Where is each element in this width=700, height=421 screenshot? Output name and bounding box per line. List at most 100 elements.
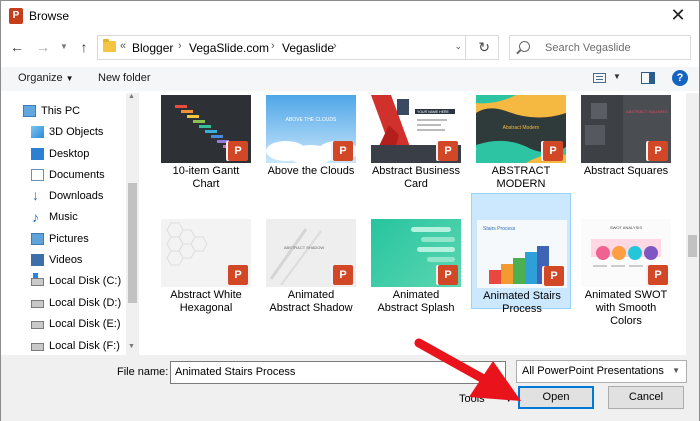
file-name: Abstract Squares	[576, 165, 676, 178]
chevron-right-icon[interactable]: ›	[178, 40, 182, 52]
videos-icon	[31, 254, 44, 266]
sidebar-item-label: Local Disk (F:)	[49, 340, 120, 352]
file-type-select[interactable]: All PowerPoint Presentations ▼	[516, 360, 687, 383]
sidebar-item-local-disk-e[interactable]: Local Disk (E:)	[31, 314, 126, 334]
file-thumbnail: P	[371, 219, 461, 287]
file-name: ABSTRACT MODERN	[471, 165, 571, 191]
file-name-input[interactable]: Animated Stairs Process	[170, 361, 506, 384]
breadcrumb-vegaslide[interactable]: Vegaslide	[282, 41, 334, 55]
refresh-icon[interactable]: ↻	[478, 39, 490, 56]
preview-pane-icon[interactable]	[641, 72, 655, 84]
sidebar-item-local-disk-d[interactable]: Local Disk (D:)	[31, 293, 126, 313]
address-dropdown-icon[interactable]: ⌄	[454, 41, 462, 52]
open-button[interactable]: Open	[518, 386, 594, 409]
file-item[interactable]: P Abstract White Hexagonal	[156, 193, 256, 314]
file-name-line: Animated	[392, 289, 440, 301]
scroll-up-icon[interactable]: ▲	[128, 93, 135, 100]
chevron-right-icon[interactable]: ›	[271, 40, 275, 52]
search-placeholder[interactable]: Search Vegaslide	[545, 42, 631, 54]
folder-icon	[103, 39, 116, 52]
view-options-dropdown-icon[interactable]: ▼	[613, 72, 621, 81]
tools-menu[interactable]: Tools ▼	[459, 393, 513, 405]
file-name-line: Chart	[192, 178, 220, 190]
file-name-line: Process	[502, 303, 542, 315]
thumbnail-title: Abstract Modern	[503, 125, 540, 131]
breadcrumb-vegaslide-com[interactable]: VegaSlide.com	[189, 41, 269, 55]
sidebar-item-label: Videos	[49, 254, 83, 266]
file-name-line: 10-item Gantt	[172, 165, 240, 177]
file-list: P 10-item Gantt Chart ABOVE THE CLOUDS P …	[141, 93, 686, 355]
up-arrow-icon[interactable]: ↑	[76, 39, 92, 55]
file-item-selected[interactable]: Stairs Process P Animated Stairs Process	[471, 193, 571, 315]
sidebar-item-downloads[interactable]: Downloads	[31, 185, 126, 206]
file-item[interactable]: P 10-item Gantt Chart	[156, 93, 256, 209]
overflow-chevron[interactable]: «	[120, 40, 126, 52]
close-button[interactable]: ✕	[663, 4, 693, 28]
powerpoint-file-icon: P	[648, 141, 668, 161]
file-thumbnail: P	[161, 95, 251, 163]
file-item[interactable]: ABSTRACT SHADOW P Animated Abstract Shado…	[261, 193, 361, 314]
search-box[interactable]: Search Vegaslide	[509, 35, 691, 60]
chevron-down-icon: ▼	[504, 395, 513, 404]
sidebar-item-3d-objects[interactable]: 3D Objects	[31, 122, 126, 142]
file-item[interactable]: ABSTRACT SQUARES P Abstract Squares	[576, 93, 676, 209]
powerpoint-file-icon: P	[648, 265, 668, 285]
thumbnail-title: ABOVE THE CLOUDS	[286, 117, 337, 123]
file-item[interactable]: SWOT ANALYSIS P Animated SWOT with Smooth…	[576, 193, 676, 327]
sidebar-item-this-pc[interactable]: This PC	[23, 101, 118, 121]
sidebar-item-videos[interactable]: Videos	[31, 250, 126, 270]
file-name-line: Hexagonal	[179, 302, 233, 314]
file-name: 10-item Gantt Chart	[156, 165, 256, 191]
search-icon	[519, 41, 530, 52]
thumbnail-title: Stairs Process	[483, 226, 516, 232]
sidebar-item-label: Local Disk (C:)	[49, 275, 122, 287]
organize-button[interactable]: Organize ▼	[18, 72, 74, 84]
powerpoint-file-icon: P	[333, 141, 353, 161]
change-view-icon[interactable]	[593, 73, 606, 83]
cancel-button[interactable]: Cancel	[608, 386, 684, 409]
new-folder-button[interactable]: New folder	[98, 72, 151, 84]
help-icon[interactable]: ?	[672, 70, 688, 86]
file-name-line: with Smooth	[595, 302, 657, 314]
powerpoint-file-icon: P	[544, 266, 564, 286]
sidebar-scrollbar[interactable]: ▲ ▼	[126, 93, 139, 355]
back-arrow-icon[interactable]: ←	[9, 39, 25, 55]
file-name-dropdown-icon[interactable]: ▼	[492, 365, 500, 374]
address-bar[interactable]: « Blogger › VegaSlide.com › Vegaslide › …	[97, 35, 499, 60]
sidebar-scroll-thumb[interactable]	[128, 183, 137, 303]
file-item[interactable]: P Animated Abstract Splash	[366, 193, 466, 314]
file-name-line: Abstract Squares	[583, 165, 669, 177]
disk-icon	[31, 321, 44, 329]
file-name-line: Abstract Business	[371, 165, 461, 177]
sidebar-item-documents[interactable]: Documents	[31, 165, 126, 185]
browse-dialog: P Browse ✕ ← → ▼ ↑ « Blogger › VegaSlide…	[0, 0, 700, 421]
file-name-line: ABSTRACT	[491, 165, 551, 177]
desktop-icon	[31, 148, 44, 160]
sidebar-item-pictures[interactable]: Pictures	[31, 229, 126, 249]
sidebar-item-label: Downloads	[49, 190, 104, 202]
file-name-line: Card	[404, 178, 428, 190]
breadcrumb-blogger[interactable]: Blogger	[132, 41, 173, 55]
dialog-footer: File name: Animated Stairs Process ▼ All…	[1, 355, 699, 421]
download-icon	[31, 185, 44, 205]
sidebar-item-local-disk-f[interactable]: Local Disk (F:)	[31, 336, 126, 355]
sidebar-item-label: Local Disk (E:)	[49, 318, 121, 330]
sidebar-item-desktop[interactable]: Desktop	[31, 144, 126, 164]
chevron-right-icon[interactable]: ›	[333, 40, 337, 52]
scroll-down-icon[interactable]: ▼	[128, 343, 135, 350]
file-list-scroll-thumb[interactable]	[688, 235, 697, 257]
file-name: Abstract White Hexagonal	[156, 289, 256, 315]
sidebar-item-music[interactable]: Music	[31, 207, 126, 227]
recent-locations-dropdown-icon[interactable]: ▼	[56, 39, 72, 55]
sidebar-item-label: Local Disk (D:)	[49, 297, 122, 309]
file-item[interactable]: Abstract Modern P ABSTRACT MODERN	[471, 93, 571, 209]
forward-arrow-icon[interactable]: →	[35, 39, 51, 55]
thumbnail-title: ABSTRACT SHADOW	[284, 245, 325, 250]
file-thumbnail: ABOVE THE CLOUDS P	[266, 95, 356, 163]
file-item[interactable]: YOUR NAME HERE P Abstract Business Card	[366, 93, 466, 209]
tools-label: Tools	[459, 393, 485, 405]
file-list-scrollbar[interactable]	[686, 93, 699, 355]
file-name-line: MODERN	[496, 178, 546, 190]
file-item[interactable]: ABOVE THE CLOUDS P Above the Clouds	[261, 93, 361, 209]
sidebar-item-local-disk-c[interactable]: Local Disk (C:)	[31, 271, 126, 291]
